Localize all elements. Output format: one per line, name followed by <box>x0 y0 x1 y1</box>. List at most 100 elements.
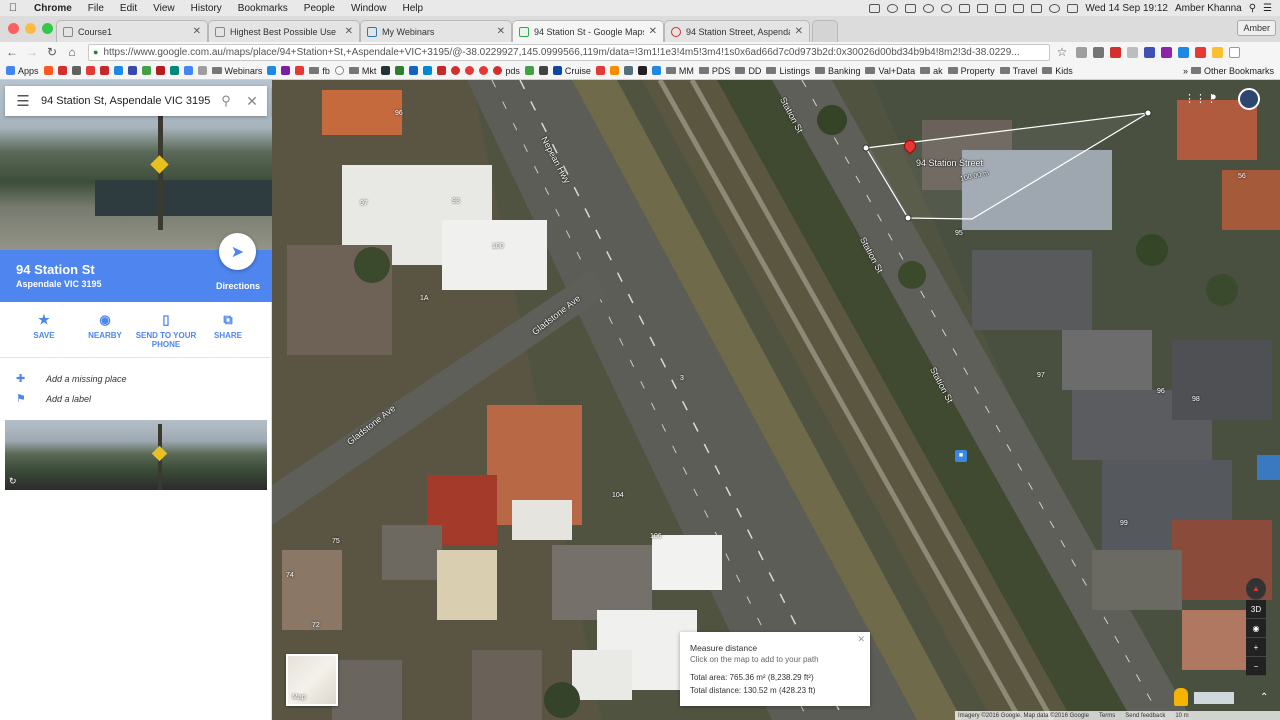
extension-icon[interactable] <box>1161 46 1172 58</box>
bluetooth-icon[interactable] <box>1013 3 1025 13</box>
menu-help[interactable]: Help <box>395 3 432 14</box>
bookmark-favicon-icon[interactable] <box>409 66 419 75</box>
directions-button[interactable]: ➤ <box>219 233 256 270</box>
bookmark-favicon-icon[interactable] <box>623 66 633 75</box>
bookmark-folder-property[interactable]: Property <box>947 66 995 76</box>
bookmark-favicon-icon[interactable] <box>43 66 53 75</box>
menu-view[interactable]: View <box>145 3 183 14</box>
expand-icon[interactable]: ⌃ <box>1260 692 1268 703</box>
close-icon[interactable]: ✕ <box>857 634 865 645</box>
satellite-map[interactable]: Nepean Hwy Gladstone Ave Gladstone Ave S… <box>272 80 1280 720</box>
maximize-window-button[interactable] <box>42 23 53 34</box>
bookmark-favicon-icon[interactable] <box>169 66 179 75</box>
bookmark-favicon-icon[interactable] <box>651 66 661 75</box>
my-location-icon[interactable]: ◉ <box>1246 619 1266 638</box>
teamviewer-icon[interactable] <box>923 3 935 13</box>
bookmark-folder-banking[interactable]: Banking <box>814 66 860 76</box>
extension-icon[interactable] <box>1127 46 1138 58</box>
menu-edit[interactable]: Edit <box>112 3 145 14</box>
bookmark-favicon-icon[interactable] <box>538 66 548 75</box>
send-to-phone-button[interactable]: ▯ SEND TO YOUR PHONE <box>135 312 197 349</box>
bookmark-favicon-icon[interactable] <box>334 66 344 75</box>
nearby-button[interactable]: ◉ NEARBY <box>74 312 136 340</box>
compass-icon[interactable]: ▲ <box>1246 578 1266 600</box>
bookmark-favicon-icon[interactable] <box>127 66 137 75</box>
close-tab-icon[interactable]: ✕ <box>345 26 353 37</box>
tab-station-street[interactable]: 94 Station Street, Aspendale, ✕ <box>664 20 810 42</box>
save-button[interactable]: ★ SAVE <box>13 312 75 340</box>
minimize-window-button[interactable] <box>25 23 36 34</box>
bookmark-folder-ak[interactable]: ak <box>920 66 943 76</box>
menu-app-name[interactable]: Chrome <box>26 3 80 14</box>
menu-history[interactable]: History <box>183 3 230 14</box>
close-icon[interactable]: ✕ <box>237 93 267 110</box>
wifi-icon[interactable] <box>1049 3 1061 13</box>
bookmark-favicon-icon[interactable] <box>99 66 109 75</box>
menubar-clock[interactable]: Wed 14 Sep 19:12 <box>1085 3 1168 14</box>
bookmark-favicon-icon[interactable] <box>113 66 123 75</box>
tab-google-maps[interactable]: 94 Station St - Google Maps ✕ <box>512 20 664 42</box>
apple-icon[interactable]:  <box>0 2 26 14</box>
measure-vertex[interactable] <box>904 214 912 222</box>
bookmark-favicon-icon[interactable] <box>465 66 475 75</box>
bookmark-favicon-icon[interactable] <box>281 66 291 75</box>
pegman-icon[interactable] <box>1174 688 1188 706</box>
extension-icon[interactable] <box>1212 46 1223 58</box>
bookmark-favicon-icon[interactable] <box>197 66 207 75</box>
bookmark-folder-fb[interactable]: fb <box>309 66 330 76</box>
send-feedback-link[interactable]: Send feedback <box>1125 713 1165 719</box>
bookmark-folder-mm[interactable]: MM <box>665 66 694 76</box>
close-window-button[interactable] <box>8 23 19 34</box>
bookmark-favicon-icon[interactable] <box>524 66 534 75</box>
extension-icon[interactable] <box>1195 46 1206 58</box>
bookmark-folder-pds[interactable]: PDS <box>698 66 730 76</box>
extension-icon[interactable] <box>1093 46 1104 58</box>
menubar-user[interactable]: Amber Khanna <box>1175 3 1242 14</box>
bookmark-favicon-icon[interactable] <box>479 66 489 75</box>
bookmark-folder-valdata[interactable]: Val+Data <box>865 66 915 76</box>
tab-highest-best-use[interactable]: Highest Best Possible Use ✕ <box>208 20 360 42</box>
menu-window[interactable]: Window <box>343 3 395 14</box>
directions-label[interactable]: Directions <box>210 281 266 291</box>
volume-icon[interactable] <box>1031 3 1043 13</box>
terms-link[interactable]: Terms <box>1099 713 1115 719</box>
bookmark-folder-mkt[interactable]: Mkt <box>348 66 376 76</box>
airplay-icon[interactable] <box>977 3 989 13</box>
tab-my-webinars[interactable]: My Webinars ✕ <box>360 20 512 42</box>
extension-icon[interactable] <box>1110 46 1121 58</box>
bookmark-favicon-icon[interactable] <box>423 66 433 75</box>
dropbox-icon[interactable] <box>959 3 971 13</box>
bookmark-favicon-icon[interactable] <box>609 66 619 75</box>
time-machine-icon[interactable] <box>995 3 1007 13</box>
youtube-icon[interactable] <box>595 66 605 75</box>
forward-arrow-icon[interactable]: → <box>24 45 40 59</box>
profile-button[interactable]: Amber <box>1237 20 1276 36</box>
menu-file[interactable]: File <box>80 3 112 14</box>
spotlight-icon[interactable]: ⚲ <box>1249 3 1256 14</box>
other-bookmarks[interactable]: » Other Bookmarks <box>1183 66 1280 76</box>
bookmark-favicon-icon[interactable] <box>395 66 405 75</box>
bookmark-favicon-icon[interactable] <box>637 66 647 75</box>
bookmark-folder-travel[interactable]: Travel <box>999 66 1037 76</box>
bookmark-favicon-icon[interactable] <box>295 66 305 75</box>
calendar-icon[interactable] <box>905 3 917 13</box>
info-icon[interactable] <box>941 3 953 13</box>
close-tab-icon[interactable]: ✕ <box>795 26 803 37</box>
scale-bar[interactable]: 10 m <box>1175 713 1188 719</box>
bus-stop-icon[interactable]: ■ <box>955 450 967 462</box>
bookmark-favicon-icon[interactable] <box>451 66 461 75</box>
bookmark-favicon-icon[interactable] <box>155 66 165 75</box>
measure-vertex[interactable] <box>862 144 870 152</box>
bookmark-favicon-icon[interactable] <box>437 66 447 75</box>
extension-icon[interactable] <box>1076 46 1087 58</box>
zoom-in-button[interactable]: + <box>1246 638 1266 657</box>
pin-label[interactable]: 94 Station Street <box>916 158 983 168</box>
close-tab-icon[interactable]: ✕ <box>193 26 201 37</box>
avatar[interactable] <box>1238 88 1260 110</box>
home-icon[interactable]: ⌂ <box>64 45 80 59</box>
back-arrow-icon[interactable]: ← <box>4 45 20 59</box>
google-icon[interactable] <box>183 66 193 75</box>
extension-icon[interactable] <box>1144 46 1155 58</box>
bookmark-folder-dd[interactable]: DD <box>735 66 761 76</box>
3d-button[interactable]: 3D <box>1246 600 1266 619</box>
